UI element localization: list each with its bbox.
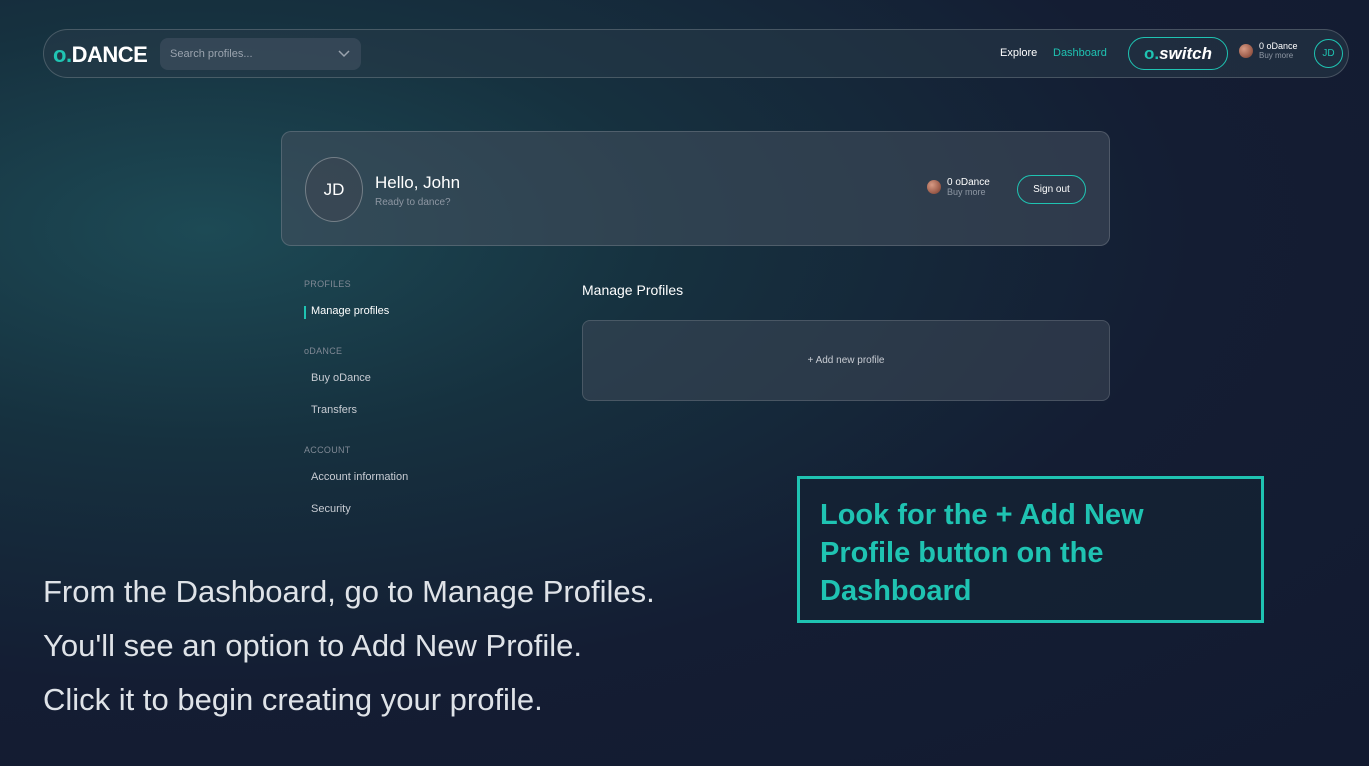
search-input[interactable] (170, 48, 330, 60)
buy-more-link[interactable]: Buy more (1259, 51, 1298, 61)
logo-prefix: o (53, 42, 66, 67)
tip-callout: Look for the + Add New Profile button on… (797, 476, 1264, 623)
top-balance[interactable]: 0 oDance Buy more (1239, 41, 1298, 61)
nav-link-explore[interactable]: Explore (1000, 47, 1037, 59)
search-box[interactable] (160, 38, 361, 70)
sidebar-item-account-information[interactable]: Account information (311, 471, 408, 483)
instruction-line: Click it to begin creating your profile. (43, 682, 543, 717)
sidebar-item-security[interactable]: Security (311, 503, 351, 515)
instruction-line: From the Dashboard, go to Manage Profile… (43, 574, 655, 609)
buy-more-link[interactable]: Buy more (947, 187, 990, 198)
page-title: Manage Profiles (582, 282, 684, 298)
profile-card: JD Hello, John Ready to dance? 0 oDance … (281, 131, 1110, 246)
add-new-profile-label: + Add new profile (807, 355, 885, 366)
greeting-subtitle: Ready to dance? (375, 197, 451, 208)
odance-coin-icon (927, 180, 941, 195)
switch-label: switch (1159, 43, 1212, 63)
sidebar-item-manage-profiles[interactable]: Manage profiles (311, 305, 389, 317)
greeting: Hello, John (375, 173, 461, 192)
odance-coin-icon (1239, 44, 1253, 59)
top-nav-bar: o.DANCE Explore Dashboard o.switch 0 oDa… (43, 29, 1349, 78)
tip-callout-text: Look for the + Add New Profile button on… (820, 499, 1144, 607)
sidebar-item-buy-odance[interactable]: Buy oDance (311, 372, 371, 384)
switch-button[interactable]: o. switch (1128, 37, 1228, 70)
nav-link-dashboard[interactable]: Dashboard (1053, 47, 1107, 59)
section-heading-odance: oDANCE (304, 346, 343, 356)
add-new-profile-button[interactable]: + Add new profile (582, 320, 1110, 401)
odance-logo[interactable]: o. DANCE (53, 42, 148, 68)
profile-avatar: JD (305, 157, 363, 222)
section-heading-account: ACCOUNT (304, 445, 351, 455)
logo-text: DANCE (71, 42, 148, 67)
active-indicator (304, 306, 306, 319)
user-avatar[interactable]: JD (1314, 39, 1343, 68)
instruction-line: You'll see an option to Add New Profile. (43, 628, 583, 663)
section-heading-profiles: PROFILES (304, 279, 351, 289)
switch-prefix: o. (1143, 43, 1160, 63)
chevron-down-icon[interactable] (337, 46, 351, 60)
sidebar-item-transfers[interactable]: Transfers (311, 404, 357, 416)
card-balance[interactable]: 0 oDance Buy more (927, 177, 990, 198)
sign-out-button[interactable]: Sign out (1017, 175, 1086, 204)
